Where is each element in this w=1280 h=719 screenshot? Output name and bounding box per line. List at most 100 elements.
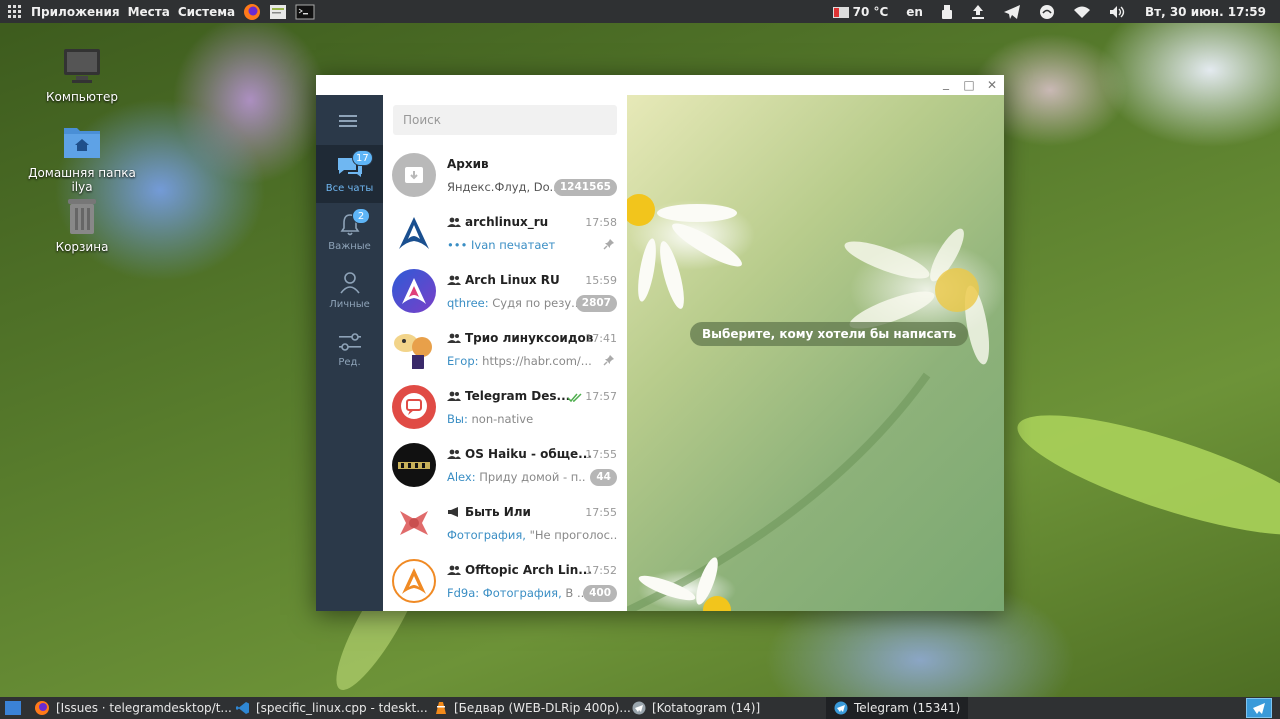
telegram-icon: [834, 701, 848, 715]
chat-time: 17:55: [585, 448, 617, 461]
minimize-button[interactable]: _: [938, 75, 954, 91]
desktop-icon-label: Компьютер: [46, 90, 118, 104]
volume-icon[interactable]: [1100, 0, 1136, 23]
folder-unread-badge: 17: [352, 150, 373, 166]
telegram-tray-icon[interactable]: [994, 0, 1030, 23]
unread-badge: 2807: [575, 295, 617, 312]
telegram-icon: [1253, 703, 1265, 714]
pin-icon: [603, 355, 614, 366]
haiku-logo-icon: [398, 462, 430, 469]
group-icon: [447, 565, 461, 575]
chat-list: Архив Яндекс.Флуд, Do... 1241565 archlin…: [383, 95, 627, 611]
chat-time: 17:55: [585, 506, 617, 519]
chat-row[interactable]: Трио линуксоидов 17:41 Егор: https://hab…: [383, 321, 627, 379]
sliders-icon: [339, 333, 361, 351]
folder-personal[interactable]: Личные: [316, 261, 383, 319]
chat-row[interactable]: Telegram Des... 17:57 Вы: non-native: [383, 379, 627, 437]
folder-all-chats[interactable]: 17 Все чаты: [316, 145, 383, 203]
wallpaper-leaf: [1007, 392, 1280, 558]
window-titlebar[interactable]: _ □ ✕: [316, 75, 1004, 95]
chat-row-archive[interactable]: Архив Яндекс.Флуд, Do... 1241565: [383, 147, 627, 205]
firefox-launcher-icon[interactable]: [239, 0, 265, 23]
chat-avatar: [392, 501, 436, 545]
pin-icon: [603, 239, 614, 250]
taskbar-item-firefox[interactable]: [Issues · telegramdesktop/t...: [34, 697, 232, 719]
wifi-icon[interactable]: [1064, 0, 1100, 23]
unread-badge: 400: [583, 585, 617, 602]
search-input[interactable]: [393, 105, 617, 135]
chat-preview: Фотография, "Не проголос...: [447, 528, 617, 542]
menu-icon: [339, 115, 357, 127]
home-folder-icon: [62, 122, 102, 162]
desktop-icon-home[interactable]: Домашняя папка ilya: [22, 122, 142, 194]
chat-row[interactable]: OS Haiku - обще... 17:55 Alex: Приду дом…: [383, 437, 627, 495]
taskbar-item-label: [Kotatogram (14)]: [652, 701, 761, 715]
chat-name: Трио линуксоидов: [447, 331, 593, 345]
chat-preview: qthree: Судя по резу...: [447, 296, 579, 310]
desktop-icon-trash[interactable]: Корзина: [22, 196, 142, 254]
chat-row[interactable]: Arch Linux RU 15:59 qthree: Судя по резу…: [383, 263, 627, 321]
maximize-button[interactable]: □: [961, 77, 977, 93]
chat-avatar: [392, 211, 436, 255]
temperature-indicator[interactable]: 70 °C: [823, 0, 898, 23]
folder-label: Все чаты: [325, 183, 374, 194]
hamburger-menu-button[interactable]: [339, 113, 359, 129]
show-desktop-button[interactable]: [4, 700, 22, 716]
taskbar-item-kotatogram[interactable]: [Kotatogram (14)]: [632, 697, 760, 719]
group-icon: [447, 275, 461, 285]
desktop-icon-computer[interactable]: Компьютер: [22, 46, 142, 104]
taskbar-item-label: Telegram (15341): [854, 701, 961, 715]
top-panel: Приложения Места Система 70 °C en Вт, 30…: [0, 0, 1280, 23]
folders-sidebar: 17 Все чаты 2 Важные Личные Ред.: [316, 95, 383, 611]
text-editor-launcher-icon[interactable]: [265, 0, 291, 23]
chat-name: Offtopic Arch Lin...: [447, 563, 592, 577]
red-cross-icon: [400, 511, 428, 535]
chat-name: OS Haiku - обще...: [447, 447, 592, 461]
vscode-icon: [236, 702, 249, 714]
person-icon: [340, 272, 360, 294]
taskbar-item-vscode[interactable]: [specific_linux.cpp - tdeskt...: [236, 697, 428, 719]
upload-icon[interactable]: [962, 0, 994, 23]
chat-preview: Alex: Приду домой - п...: [447, 470, 585, 484]
taskbar-item-telegram[interactable]: Telegram (15341): [826, 697, 969, 719]
usb-icon[interactable]: [932, 0, 962, 23]
unread-badge: 1241565: [553, 179, 617, 196]
chat-name: Архив: [447, 157, 489, 171]
archive-icon: [405, 167, 423, 183]
chat-name: Быть Или: [447, 505, 531, 519]
temperature-value: 70 °C: [852, 4, 889, 19]
megaphone-icon: [448, 507, 458, 517]
chat-row[interactable]: Быть Или 17:55 Фотография, "Не проголос.…: [383, 495, 627, 553]
group-icon: [447, 449, 461, 459]
firefox-icon: [35, 701, 49, 715]
menu-applications[interactable]: Приложения: [27, 0, 124, 23]
chat-name: Telegram Des...: [447, 389, 570, 403]
workspace-switcher[interactable]: [1246, 698, 1272, 718]
menu-places[interactable]: Места: [124, 0, 174, 23]
menu-system[interactable]: Система: [174, 0, 239, 23]
apps-grid-icon[interactable]: [8, 5, 21, 18]
clock[interactable]: Вт, 30 июн. 17:59: [1136, 0, 1266, 23]
folder-important[interactable]: 2 Важные: [316, 203, 383, 261]
chat-row[interactable]: Offtopic Arch Lin... 17:52 Fd9a: Фотогра…: [383, 553, 627, 611]
chat-avatar: [392, 443, 436, 487]
cartoon-avatar-icon: [394, 334, 432, 369]
taskbar-item-vlc[interactable]: [Бедвар (WEB-DLRip 400p)...: [434, 697, 631, 719]
group-icon: [447, 217, 461, 227]
chat-time: 17:57: [585, 390, 617, 403]
thermometer-icon: [832, 6, 849, 18]
monitor-icon: [62, 46, 102, 86]
close-button[interactable]: ✕: [984, 77, 1000, 93]
arch-logo-icon: [402, 278, 426, 304]
chat-avatar: [392, 385, 436, 429]
terminal-launcher-icon[interactable]: [291, 0, 319, 23]
kotatogram-icon: [632, 701, 646, 715]
keyboard-layout[interactable]: en: [897, 0, 932, 23]
chat-row[interactable]: archlinux_ru 17:58 ••• Ivan печатает: [383, 205, 627, 263]
folder-edit[interactable]: Ред.: [316, 319, 383, 377]
messenger-tray-icon[interactable]: [1030, 0, 1064, 23]
double-check-icon: [567, 393, 582, 403]
trash-icon: [62, 196, 102, 236]
chat-name: archlinux_ru: [447, 215, 548, 229]
daisy-background-image: [627, 194, 990, 611]
